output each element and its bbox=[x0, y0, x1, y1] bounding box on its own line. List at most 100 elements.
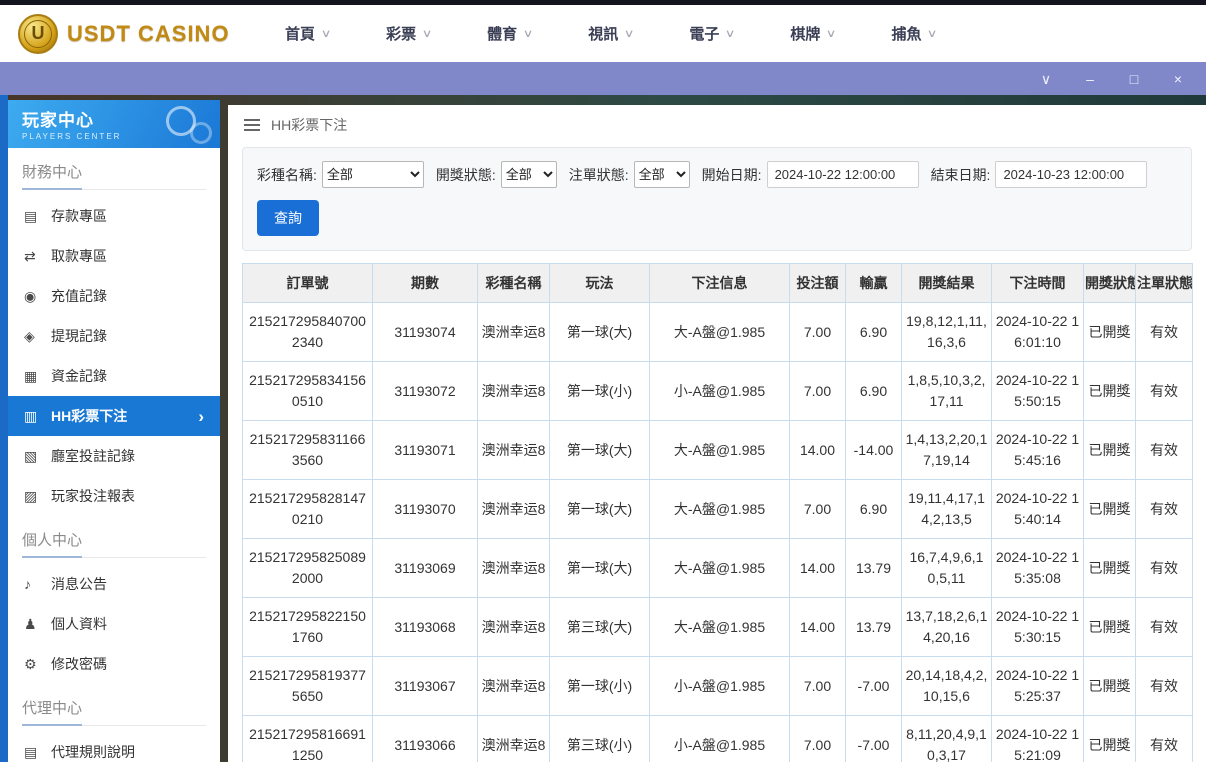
sidebar-item-label: 取款專區 bbox=[51, 246, 107, 266]
nav-item-1[interactable]: 首頁∨ bbox=[285, 23, 330, 44]
table-cell: -7.00 bbox=[846, 716, 902, 762]
end-date-label: 結束日期: bbox=[931, 165, 991, 185]
sidebar-item-funds-record[interactable]: ▦資金記錄 bbox=[8, 356, 220, 396]
main-nav: 首頁∨ 彩票 ∨ 體育∨ 視訊 ∨ 電子∨ 棋牌∨ 捕魚∨ bbox=[285, 23, 937, 44]
column-header: 下注信息 bbox=[650, 264, 790, 303]
table-cell: 大-A盤@1.985 bbox=[650, 303, 790, 362]
document-icon: ▤ bbox=[24, 744, 51, 761]
chevron-down-icon: ∨ bbox=[422, 27, 433, 40]
column-header: 下注時間 bbox=[992, 264, 1084, 303]
nav-item-label: 彩票 bbox=[386, 23, 416, 44]
table-cell: 已開獎 bbox=[1084, 598, 1136, 657]
sidebar-section-label: 代理中心 bbox=[22, 697, 206, 726]
order-status-select[interactable]: 全部 bbox=[634, 161, 690, 188]
sidebar-item-announcements[interactable]: ♪消息公告 bbox=[8, 564, 220, 604]
page-title: HH彩票下注 bbox=[271, 115, 347, 135]
table-cell: 已開獎 bbox=[1084, 421, 1136, 480]
table-cell: 31193071 bbox=[373, 421, 478, 480]
brand-name: USDT CASINO bbox=[67, 21, 230, 47]
sidebar-item-label: 修改密碼 bbox=[51, 654, 107, 674]
column-header: 開獎結果 bbox=[902, 264, 992, 303]
table-cell: 8,11,20,4,9,10,3,17 bbox=[902, 716, 992, 762]
table-row: 215217295816691125031193066澳洲幸运8第三球(小)小-… bbox=[243, 716, 1193, 762]
table-cell: 第三球(大) bbox=[550, 598, 650, 657]
table-cell: 19,11,4,17,14,2,13,5 bbox=[902, 480, 992, 539]
chevron-down-icon: ∨ bbox=[624, 27, 635, 40]
nav-item-3[interactable]: 體育∨ bbox=[487, 23, 532, 44]
start-date-input[interactable] bbox=[767, 161, 919, 188]
hamburger-menu-icon[interactable] bbox=[244, 119, 260, 131]
sidebar-item-label: 個人資料 bbox=[51, 614, 107, 634]
sidebar-section-label-text: 個人中心 bbox=[22, 532, 82, 558]
sidebar-item-label: 玩家投注報表 bbox=[51, 486, 135, 506]
table-row: 215217295828147021031193070澳洲幸运8第一球(大)大-… bbox=[243, 480, 1193, 539]
sidebar-section-label-text: 財務中心 bbox=[22, 164, 82, 190]
table-cell: 第一球(大) bbox=[550, 421, 650, 480]
table-cell: 2152172958407002340 bbox=[243, 303, 373, 362]
end-date-input[interactable] bbox=[995, 161, 1147, 188]
sidebar-item-player-bet-report[interactable]: ▨玩家投注報表 bbox=[8, 476, 220, 516]
table-row: 215217295825089200031193069澳洲幸运8第一球(大)大-… bbox=[243, 539, 1193, 598]
table-cell: 2024-10-22 15:35:08 bbox=[992, 539, 1084, 598]
sidebar-item-change-password[interactable]: ⚙修改密碼 bbox=[8, 644, 220, 684]
table-cell: 澳洲幸运8 bbox=[478, 539, 550, 598]
nav-item-label: 視訊 bbox=[588, 23, 618, 44]
withdraw-icon: ⇄ bbox=[24, 248, 51, 265]
maximize-icon: □ bbox=[1130, 71, 1138, 87]
start-date-label: 開始日期: bbox=[702, 165, 762, 185]
sidebar-item-room-bet-record[interactable]: ▧廳室投註記錄 bbox=[8, 436, 220, 476]
table-cell: 31193066 bbox=[373, 716, 478, 762]
window-maximize-button[interactable]: □ bbox=[1126, 72, 1142, 86]
nav-item-4[interactable]: 視訊 ∨ bbox=[588, 23, 633, 44]
table-cell: 有效 bbox=[1136, 657, 1193, 716]
sidebar-item-label: 代理規則說明 bbox=[51, 742, 135, 762]
chevron-down-icon: ∨ bbox=[1041, 71, 1051, 87]
window-close-button[interactable]: × bbox=[1170, 72, 1186, 86]
chips-decoration-icon bbox=[160, 104, 212, 144]
table-cell: 1,4,13,2,20,17,19,14 bbox=[902, 421, 992, 480]
coin-logo-icon: U bbox=[18, 14, 58, 54]
nav-item-6[interactable]: 棋牌∨ bbox=[790, 23, 835, 44]
table-cell: 第三球(小) bbox=[550, 716, 650, 762]
room-bet-record-icon: ▧ bbox=[24, 448, 51, 465]
column-header: 玩法 bbox=[550, 264, 650, 303]
lottery-name-label: 彩種名稱: bbox=[257, 165, 317, 185]
lottery-name-select[interactable]: 全部 bbox=[322, 161, 424, 188]
sidebar-item-label: 充值記錄 bbox=[51, 286, 107, 306]
lottery-bet-icon: ▥ bbox=[24, 408, 51, 425]
window-collapse-button[interactable]: ∨ bbox=[1038, 72, 1054, 86]
nav-item-2[interactable]: 彩票 ∨ bbox=[386, 23, 431, 44]
table-cell: 已開獎 bbox=[1084, 657, 1136, 716]
draw-status-select[interactable]: 全部 bbox=[501, 161, 557, 188]
sidebar-item-withdraw[interactable]: ⇄取款專區 bbox=[8, 236, 220, 276]
table-cell: 31193072 bbox=[373, 362, 478, 421]
sidebar-item-recharge-record[interactable]: ◉充值記錄 bbox=[8, 276, 220, 316]
table-body: 215217295840700234031193074澳洲幸运8第一球(大)大-… bbox=[243, 303, 1193, 762]
chevron-down-icon: ∨ bbox=[826, 27, 837, 40]
brand-logo[interactable]: U USDT CASINO bbox=[18, 14, 253, 54]
window-minimize-button[interactable]: – bbox=[1082, 72, 1098, 86]
nav-item-5[interactable]: 電子∨ bbox=[689, 23, 734, 44]
table-cell: 16,7,4,9,6,10,5,11 bbox=[902, 539, 992, 598]
table-cell: 6.90 bbox=[846, 362, 902, 421]
sidebar-item-agent-rules[interactable]: ▤代理規則說明 bbox=[8, 732, 220, 762]
sidebar-item-cashout-record[interactable]: ◈提現記錄 bbox=[8, 316, 220, 356]
column-header: 開獎狀態 bbox=[1084, 264, 1136, 303]
table-row: 215217295834156051031193072澳洲幸运8第一球(小)小-… bbox=[243, 362, 1193, 421]
sidebar-item-hh-lottery-bets[interactable]: ▥HH彩票下注› bbox=[8, 396, 220, 436]
table-cell: 2024-10-22 15:40:14 bbox=[992, 480, 1084, 539]
table-cell: 2024-10-22 15:45:16 bbox=[992, 421, 1084, 480]
sidebar-section-label: 財務中心 bbox=[22, 161, 206, 190]
sidebar-item-deposit[interactable]: ▤存款專區 bbox=[8, 196, 220, 236]
app-content: 玩家中心 PLAYERS CENTER 財務中心▤存款專區⇄取款專區◉充值記錄◈… bbox=[0, 95, 1206, 762]
table-cell: 6.90 bbox=[846, 303, 902, 362]
sidebar-item-label: 資金記錄 bbox=[51, 366, 107, 386]
column-header: 投注額 bbox=[790, 264, 846, 303]
table-cell: 小-A盤@1.985 bbox=[650, 657, 790, 716]
main-panel: HH彩票下注 彩種名稱: 全部 開獎狀態: 全部 注單狀態: 全部 開始日期: … bbox=[228, 105, 1206, 762]
nav-item-7[interactable]: 捕魚∨ bbox=[891, 23, 936, 44]
search-button[interactable]: 查詢 bbox=[257, 200, 319, 236]
table-cell: 有效 bbox=[1136, 421, 1193, 480]
table-cell: 澳洲幸运8 bbox=[478, 362, 550, 421]
sidebar-item-profile[interactable]: ♟個人資料 bbox=[8, 604, 220, 644]
